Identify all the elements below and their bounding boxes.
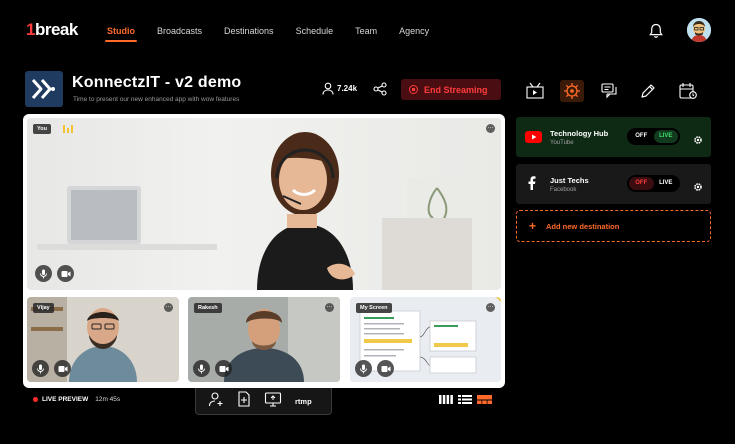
nav-item-destinations[interactable]: Destinations bbox=[224, 26, 274, 36]
stop-icon bbox=[409, 85, 418, 94]
live-duration: 12m 45s bbox=[95, 396, 121, 403]
grid-layout-icon[interactable] bbox=[439, 395, 453, 404]
presenter-video bbox=[37, 132, 472, 290]
live-dot-icon bbox=[33, 397, 38, 402]
add-media-icon[interactable] bbox=[237, 390, 251, 412]
stage-tools-bar: rtmp bbox=[195, 388, 332, 415]
schedule-icon[interactable] bbox=[676, 80, 700, 102]
destination-name: Just Techs bbox=[550, 176, 589, 185]
camera-icon[interactable] bbox=[215, 360, 232, 377]
mic-icon[interactable] bbox=[32, 360, 49, 377]
user-avatar[interactable] bbox=[687, 18, 711, 42]
destination-platform: Facebook bbox=[550, 187, 577, 193]
end-streaming-button[interactable]: End Streaming bbox=[401, 79, 501, 100]
participant-tag: Rakesh bbox=[194, 303, 222, 313]
camera-icon[interactable] bbox=[54, 360, 71, 377]
youtube-icon bbox=[525, 130, 542, 148]
gear-icon[interactable] bbox=[693, 132, 703, 150]
destination-live-toggle[interactable]: OFF LIVE bbox=[627, 175, 680, 192]
more-options-icon[interactable]: … bbox=[164, 303, 173, 312]
gear-icon[interactable] bbox=[693, 179, 703, 197]
page-subtitle: Time to present our new enhanced app wit… bbox=[73, 96, 240, 103]
edit-icon[interactable] bbox=[636, 80, 660, 102]
nav-item-agency[interactable]: Agency bbox=[399, 26, 429, 36]
participant-tile-vijay[interactable]: Vijay … bbox=[27, 297, 179, 382]
mic-icon[interactable] bbox=[355, 360, 372, 377]
more-options-icon[interactable]: … bbox=[325, 303, 334, 312]
participant-tag: My Screen bbox=[356, 303, 392, 313]
person-icon bbox=[322, 82, 334, 95]
bell-icon[interactable] bbox=[649, 23, 663, 39]
mic-icon[interactable] bbox=[193, 360, 210, 377]
nav-item-schedule[interactable]: Schedule bbox=[296, 26, 334, 36]
nav-item-broadcasts[interactable]: Broadcasts bbox=[157, 26, 202, 36]
destination-platform: YouTube bbox=[550, 140, 574, 146]
page-title: KonnectzIT - v2 demo bbox=[72, 74, 242, 91]
camera-icon[interactable] bbox=[377, 360, 394, 377]
layout-switcher bbox=[439, 395, 492, 404]
nav-item-team[interactable]: Team bbox=[355, 26, 377, 36]
rtmp-button[interactable]: rtmp bbox=[295, 397, 312, 406]
end-streaming-label: End Streaming bbox=[424, 84, 488, 95]
destination-card-facebook[interactable]: Just Techs Facebook OFF LIVE bbox=[516, 164, 711, 204]
participant-tag: You bbox=[33, 124, 51, 134]
viewer-count: 7.24k bbox=[322, 82, 357, 95]
mic-icon[interactable] bbox=[35, 265, 52, 282]
more-options-icon[interactable]: … bbox=[486, 124, 495, 133]
toggle-off-option[interactable]: OFF bbox=[629, 177, 654, 190]
live-preview-indicator: LIVE PREVIEW 12m 45s bbox=[33, 396, 120, 403]
plus-icon: + bbox=[529, 219, 537, 233]
broadcast-stage: You … Vijay … Rakesh … My Screen … bbox=[23, 114, 505, 388]
audio-level-icon bbox=[63, 125, 73, 133]
camera-icon[interactable] bbox=[57, 265, 74, 282]
participant-tile-rakesh[interactable]: Rakesh … bbox=[188, 297, 340, 382]
facebook-icon bbox=[528, 176, 536, 195]
project-logo bbox=[25, 71, 63, 107]
main-video-tile[interactable]: You … bbox=[27, 118, 501, 290]
stage-layout-icon[interactable] bbox=[477, 395, 492, 404]
toggle-live-option[interactable]: LIVE bbox=[653, 130, 678, 143]
share-screen-icon[interactable] bbox=[264, 391, 282, 412]
app-logo[interactable]: 1break bbox=[26, 20, 78, 40]
destination-name: Technology Hub bbox=[550, 129, 609, 138]
screen-share-tile[interactable]: My Screen … bbox=[350, 297, 501, 382]
add-destination-label: Add new destination bbox=[546, 221, 620, 231]
share-icon[interactable] bbox=[373, 82, 387, 96]
participant-tag: Vijay bbox=[33, 303, 54, 313]
viewer-count-value: 7.24k bbox=[337, 84, 358, 93]
toggle-off-option[interactable]: OFF bbox=[629, 130, 654, 143]
nav-item-studio[interactable]: Studio bbox=[105, 26, 137, 42]
brand-settings-icon[interactable] bbox=[560, 80, 584, 102]
list-layout-icon[interactable] bbox=[458, 395, 472, 404]
live-preview-label: LIVE PREVIEW bbox=[42, 396, 89, 403]
more-options-icon[interactable]: … bbox=[486, 303, 495, 312]
destination-live-toggle[interactable]: OFF LIVE bbox=[627, 128, 680, 145]
media-player-icon[interactable] bbox=[523, 80, 547, 102]
toggle-live-option[interactable]: LIVE bbox=[654, 177, 679, 190]
add-destination-button[interactable]: + Add new destination bbox=[516, 210, 711, 242]
main-nav: Studio Broadcasts Destinations Schedule … bbox=[105, 26, 451, 42]
top-bar: 1break Studio Broadcasts Destinations Sc… bbox=[0, 0, 735, 62]
add-guest-icon[interactable] bbox=[208, 391, 224, 412]
comments-icon[interactable] bbox=[598, 80, 622, 102]
destination-card-youtube[interactable]: Technology Hub YouTube OFF LIVE bbox=[516, 117, 711, 157]
